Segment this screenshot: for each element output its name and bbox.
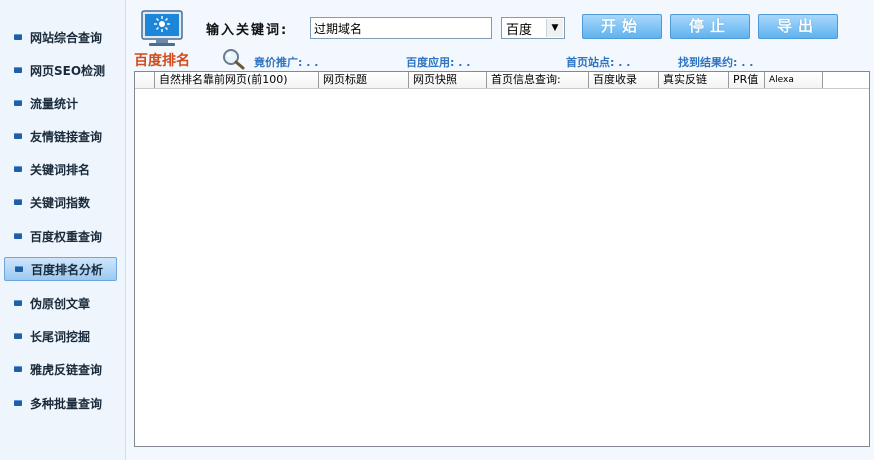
- sidebar: 网站综合查询 网页SEO检测 流量统计 友情链接查询 关键词排名 关键词指数 百…: [0, 0, 126, 460]
- start-button[interactable]: 开始: [582, 14, 662, 39]
- column-header-alexa[interactable]: Alexa: [765, 72, 823, 88]
- sidebar-item-label: 网页SEO检测: [30, 63, 106, 78]
- sidebar-item-label: 多种批量查询: [30, 396, 103, 411]
- main-panel: 输入关键词: 百度 ▼ 开始 停止 导出 百度排名 竟价推广: . . 百度应用…: [126, 0, 874, 460]
- bullet-icon: [14, 67, 22, 73]
- bullet-icon: [15, 266, 23, 272]
- column-header-natural-rank[interactable]: 自然排名靠前网页(前100): [155, 72, 319, 88]
- sidebar-item-long-tail[interactable]: 长尾词挖掘: [4, 324, 117, 348]
- sidebar-item-label: 百度权重查询: [30, 229, 103, 244]
- sidebar-item-label: 百度排名分析: [31, 262, 104, 277]
- column-header-homepage-info[interactable]: 首页信息查询:: [487, 72, 589, 88]
- bullet-icon: [14, 133, 22, 139]
- column-header-real-backlinks[interactable]: 真实反链: [659, 72, 729, 88]
- column-header-baidu-indexed[interactable]: 百度收录: [589, 72, 659, 88]
- bullet-icon: [14, 233, 22, 239]
- sidebar-item-baidu-rank-analysis[interactable]: 百度排名分析: [4, 257, 117, 281]
- sidebar-item-site-overview[interactable]: 网站综合查询: [4, 25, 117, 49]
- column-header-snapshot[interactable]: 网页快照: [409, 72, 487, 88]
- sidebar-item-keyword-index[interactable]: 关键词指数: [4, 190, 117, 214]
- magnifier-icon: [223, 49, 245, 70]
- sidebar-item-label: 网站综合查询: [30, 30, 103, 45]
- sidebar-item-label: 雅虎反链查询: [30, 362, 103, 377]
- sidebar-item-pseudo-original[interactable]: 伪原创文章: [4, 291, 117, 315]
- baidu-apps-stat: 百度应用: . .: [406, 56, 471, 69]
- export-button[interactable]: 导出: [758, 14, 838, 39]
- sidebar-item-label: 长尾词挖掘: [30, 329, 91, 344]
- bullet-icon: [14, 199, 22, 205]
- column-header-page-title[interactable]: 网页标题: [319, 72, 409, 88]
- results-table[interactable]: 自然排名靠前网页(前100) 网页标题 网页快照 首页信息查询: 百度收录 真实…: [134, 71, 870, 447]
- sidebar-item-label: 友情链接查询: [30, 129, 103, 144]
- search-engine-value: 百度: [506, 22, 533, 38]
- sidebar-item-friend-links[interactable]: 友情链接查询: [4, 124, 117, 148]
- sidebar-item-baidu-weight[interactable]: 百度权重查询: [4, 224, 117, 248]
- bullet-icon: [14, 166, 22, 172]
- column-header-pr[interactable]: PR值: [729, 72, 765, 88]
- keyword-input[interactable]: [310, 17, 492, 39]
- bullet-icon: [14, 100, 22, 106]
- stop-button[interactable]: 停止: [670, 14, 750, 39]
- results-found-stat: 找到结果约: . .: [678, 56, 754, 69]
- section-title: 百度排名: [134, 53, 190, 69]
- table-header: 自然排名靠前网页(前100) 网页标题 网页快照 首页信息查询: 百度收录 真实…: [135, 72, 869, 89]
- keyword-label: 输入关键词:: [206, 23, 289, 38]
- sidebar-item-batch-query[interactable]: 多种批量查询: [4, 391, 117, 415]
- bullet-icon: [14, 366, 22, 372]
- column-header-index[interactable]: [135, 72, 155, 88]
- bullet-icon: [14, 400, 22, 406]
- bullet-icon: [14, 34, 22, 40]
- sidebar-item-label: 关键词排名: [30, 162, 91, 177]
- bullet-icon: [14, 333, 22, 339]
- sidebar-item-keyword-rank[interactable]: 关键词排名: [4, 157, 117, 181]
- sidebar-item-yahoo-backlinks[interactable]: 雅虎反链查询: [4, 357, 117, 381]
- ppc-stat: 竟价推广: . .: [254, 56, 319, 69]
- sidebar-item-label: 伪原创文章: [30, 296, 91, 311]
- sidebar-item-traffic-stats[interactable]: 流量统计: [4, 91, 117, 115]
- sidebar-item-label: 流量统计: [30, 96, 79, 111]
- monitor-icon: [141, 10, 183, 46]
- homepage-sites-stat: 首页站点: . .: [566, 56, 631, 69]
- sidebar-item-label: 关键词指数: [30, 195, 91, 210]
- sidebar-item-seo-check[interactable]: 网页SEO检测: [4, 58, 117, 82]
- chevron-down-icon[interactable]: ▼: [546, 19, 563, 37]
- bullet-icon: [14, 300, 22, 306]
- search-engine-select[interactable]: 百度 ▼: [501, 17, 565, 39]
